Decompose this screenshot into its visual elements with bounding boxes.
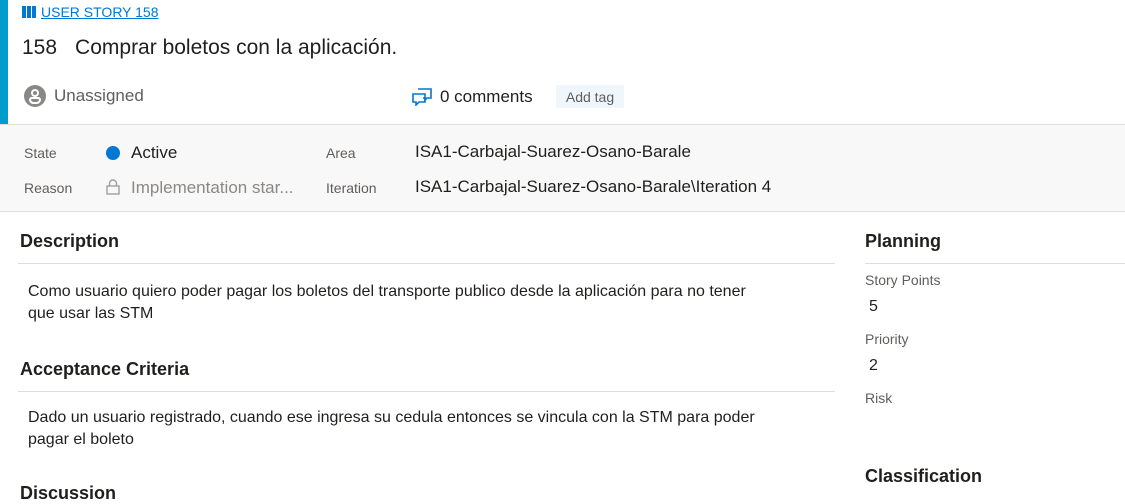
iteration-label: Iteration xyxy=(326,180,377,196)
work-item-id: 158 xyxy=(22,36,58,59)
description-heading: Description xyxy=(20,231,120,251)
work-item-header: USER STORY 158 158 Comprar boletos con l… xyxy=(0,0,1125,124)
reason-value: Implementation star... xyxy=(131,178,294,197)
state-active-dot-icon xyxy=(106,146,120,160)
planning-divider xyxy=(865,263,1125,264)
classification-heading: Classification xyxy=(865,466,983,486)
planning-heading: Planning xyxy=(865,231,941,251)
area-label: Area xyxy=(326,145,356,161)
work-item-title[interactable]: Comprar boletos con la aplicación. xyxy=(75,36,397,60)
acceptance-line-1: Dado un usuario registrado, cuando ese i… xyxy=(28,409,755,426)
priority-input[interactable]: 2 xyxy=(869,357,878,375)
work-item-title-row[interactable]: 158 Comprar boletos con la aplicación. xyxy=(22,36,397,60)
comments-count[interactable]: 0 comments xyxy=(440,87,533,107)
acceptance-line-2: pagar el boleto xyxy=(28,431,134,448)
book-icon xyxy=(22,6,36,18)
description-editor[interactable]: Como usuario quiero poder pagar los bole… xyxy=(28,281,833,325)
comments-link[interactable]: 0 comments xyxy=(412,86,533,108)
story-points-label: Story Points xyxy=(865,272,941,288)
description-divider xyxy=(18,263,835,264)
comments-icon xyxy=(412,88,432,106)
iteration-dropdown[interactable]: ISA1-Carbajal-Suarez-Osano-Barale\Iterat… xyxy=(415,177,771,197)
state-label: State xyxy=(24,145,57,161)
acceptance-criteria-heading: Acceptance Criteria xyxy=(20,359,190,379)
work-item-type-link[interactable]: USER STORY 158 xyxy=(22,3,159,21)
avatar-icon xyxy=(24,85,46,107)
description-line-1: Como usuario quiero poder pagar los bole… xyxy=(28,283,746,300)
state-dropdown[interactable]: Active xyxy=(131,143,177,163)
assignee-name[interactable]: Unassigned xyxy=(54,86,144,106)
lock-icon xyxy=(106,179,120,195)
risk-label: Risk xyxy=(865,390,893,406)
acceptance-criteria-editor[interactable]: Dado un usuario registrado, cuando ese i… xyxy=(28,407,833,451)
story-points-input[interactable]: 5 xyxy=(869,298,878,316)
area-dropdown[interactable]: ISA1-Carbajal-Suarez-Osano-Barale xyxy=(415,142,691,162)
description-line-2: que usar las STM xyxy=(28,305,154,322)
add-tag-button[interactable]: Add tag xyxy=(556,85,624,108)
discussion-heading: Discussion xyxy=(20,483,117,503)
reason-label: Reason xyxy=(24,180,73,196)
work-item-type-label[interactable]: USER STORY 158 xyxy=(41,4,159,20)
priority-label: Priority xyxy=(865,331,909,347)
acceptance-criteria-divider xyxy=(18,391,835,392)
work-item-fields-panel: State Active Reason Implementation star.… xyxy=(0,124,1125,212)
assignee-picker[interactable]: Unassigned xyxy=(24,84,144,108)
